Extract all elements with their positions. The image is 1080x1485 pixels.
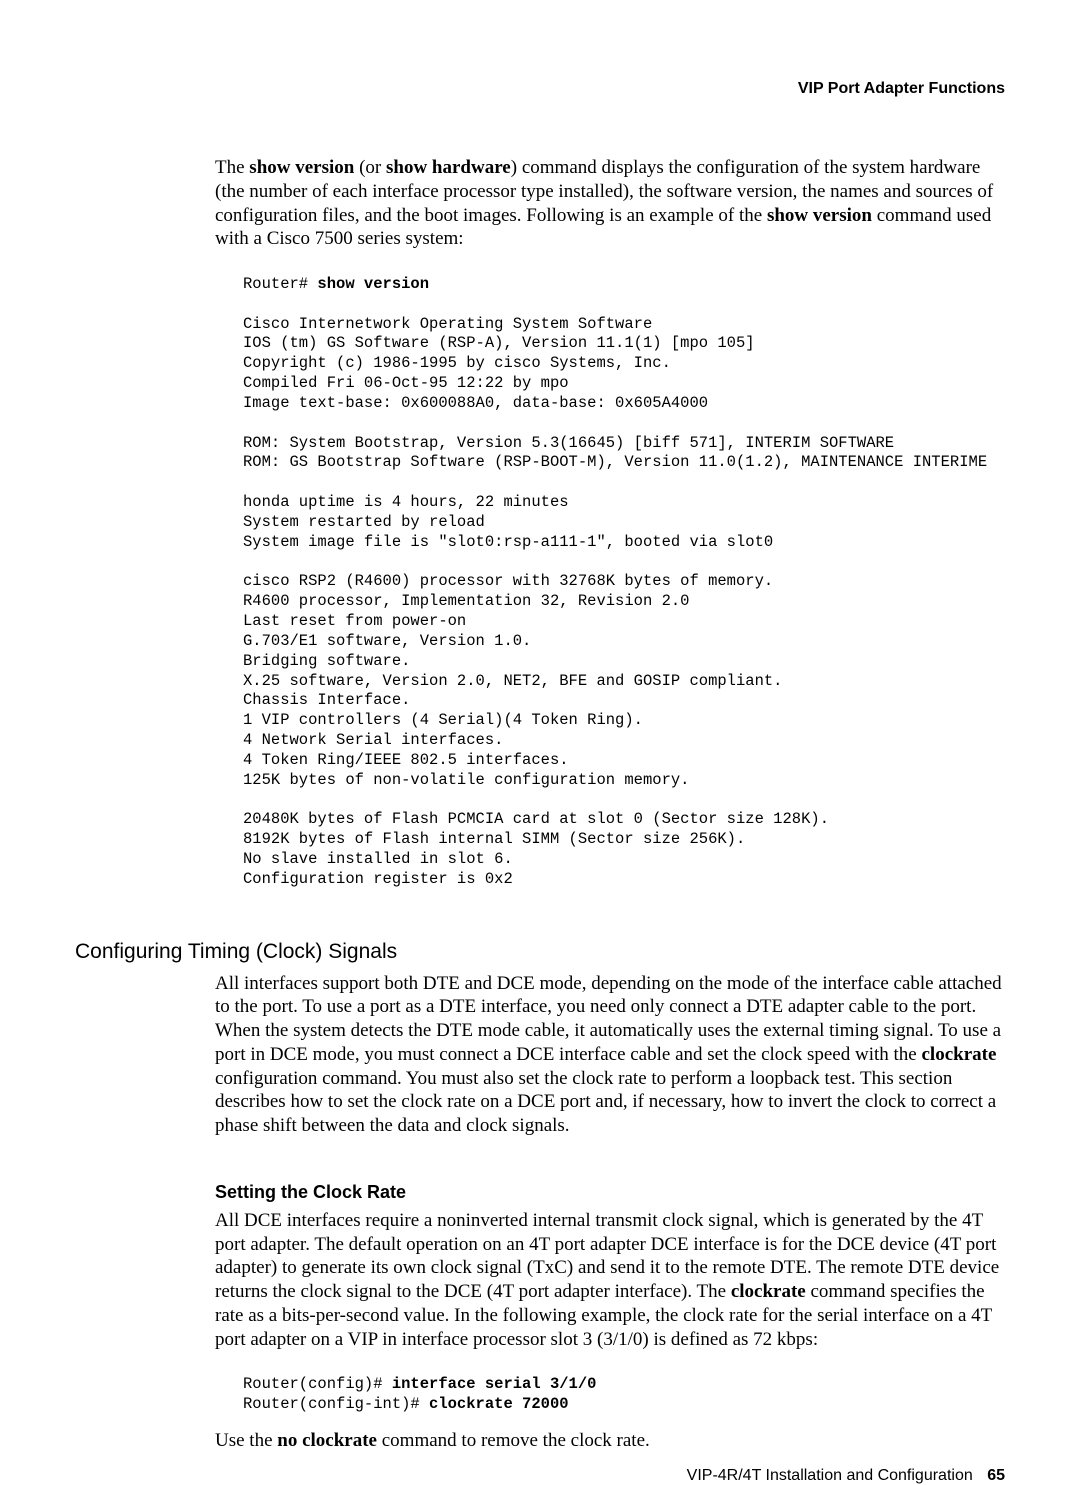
code-block-show-version: Router# show version Cisco Internetwork … [243, 275, 1005, 890]
code-block-clockrate: Router(config)# interface serial 3/1/0 R… [243, 1375, 1005, 1415]
running-header: VIP Port Adapter Functions [75, 80, 1005, 98]
footer-title: VIP-4R/4T Installation and Configuration [687, 1467, 973, 1484]
prompt: Router(config-int)# [243, 1395, 429, 1413]
text: All interfaces support both DTE and DCE … [215, 973, 1002, 1065]
cmd-clockrate: clockrate [921, 1044, 996, 1065]
timing-paragraph: All interfaces support both DTE and DCE … [215, 972, 1005, 1138]
page-footer: VIP-4R/4T Installation and Configuration… [75, 1467, 1005, 1485]
text: Use the [215, 1430, 277, 1451]
cmd: interface serial 3/1/0 [392, 1375, 597, 1393]
output: Cisco Internetwork Operating System Soft… [243, 315, 987, 888]
footer-page-number: 65 [987, 1467, 1005, 1484]
text: configuration command. You must also set… [215, 1068, 996, 1137]
cmd: show version [317, 275, 429, 293]
prompt: Router(config)# [243, 1375, 392, 1393]
text: command to remove the clock rate. [377, 1430, 650, 1451]
closing-paragraph: Use the no clockrate command to remove t… [215, 1429, 1005, 1453]
cmd-show-version: show version [249, 157, 354, 178]
page-container: VIP Port Adapter Functions The show vers… [0, 0, 1080, 1397]
subheading-clock-rate: Setting the Clock Rate [215, 1182, 1005, 1203]
section-heading-timing: Configuring Timing (Clock) Signals [75, 940, 1005, 964]
cmd-show-hardware: show hardware [386, 157, 511, 178]
clockrate-paragraph: All DCE interfaces require a noninverted… [215, 1209, 1005, 1352]
text: The [215, 157, 249, 178]
cmd-clockrate-2: clockrate [731, 1281, 806, 1302]
text: (or [354, 157, 386, 178]
intro-paragraph: The show version (or show hardware) comm… [215, 156, 1005, 251]
cmd: clockrate 72000 [429, 1395, 569, 1413]
cmd-no-clockrate: no clockrate [277, 1430, 377, 1451]
prompt: Router# [243, 275, 317, 293]
cmd-show-version-2: show version [767, 205, 872, 226]
